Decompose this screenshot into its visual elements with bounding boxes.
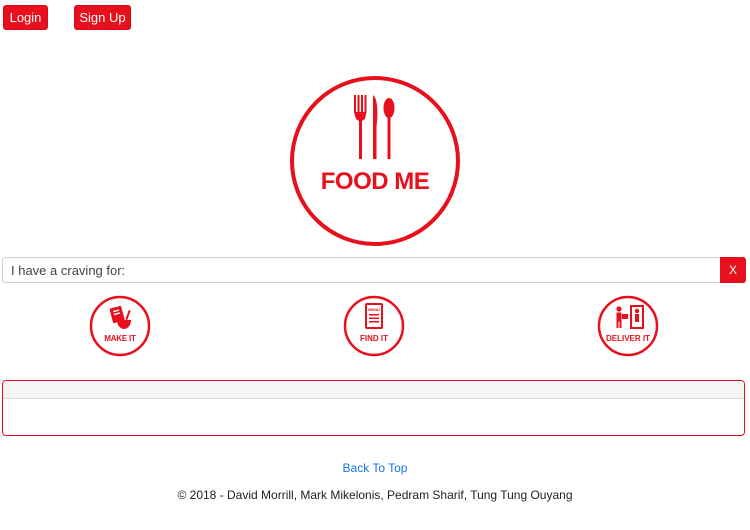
make-it-button[interactable]: MAKE IT [89, 295, 151, 357]
mode-label: MAKE IT [104, 334, 136, 343]
find-it-button[interactable]: MENU FIND IT [343, 295, 405, 357]
menu-icon: MENU [365, 303, 383, 329]
mode-label: FIND IT [360, 334, 388, 343]
login-button[interactable]: Login [3, 5, 48, 30]
food-me-logo: FOOD ME [289, 75, 461, 247]
results-panel [2, 380, 745, 436]
signup-button[interactable]: Sign Up [74, 5, 131, 30]
search-bar: X [2, 257, 746, 283]
mode-label: DELIVER IT [606, 334, 650, 343]
craving-search-input[interactable] [2, 257, 721, 283]
deliver-it-button[interactable]: DELIVER IT [597, 295, 659, 357]
logo-text: FOOD ME [321, 168, 430, 195]
back-to-top-link[interactable]: Back To Top [0, 461, 750, 475]
results-panel-header [3, 381, 744, 399]
copyright-footer: © 2018 - David Morrill, Mark Mikelonis, … [177, 488, 573, 502]
svg-text:MENU: MENU [368, 307, 380, 312]
clear-search-button[interactable]: X [720, 257, 746, 283]
